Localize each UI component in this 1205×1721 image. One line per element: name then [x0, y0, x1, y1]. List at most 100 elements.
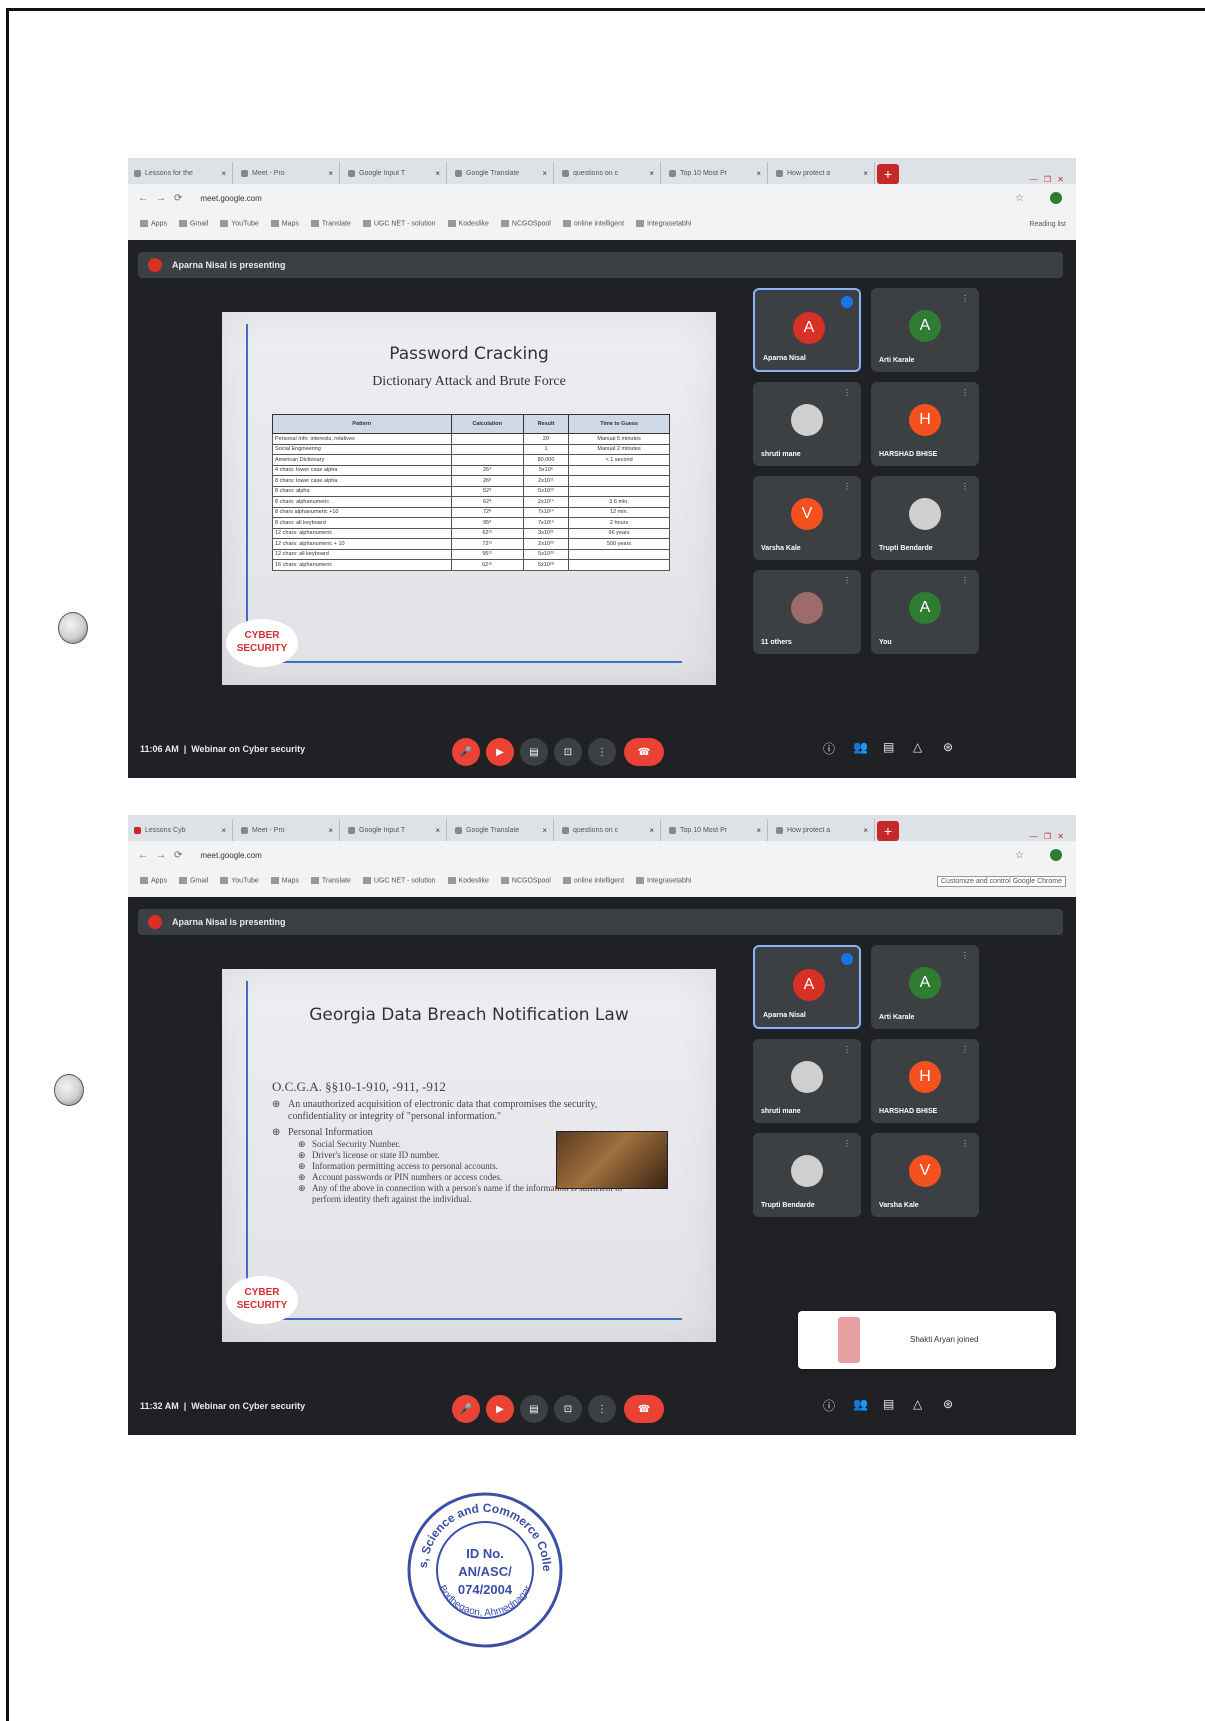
more-options-button[interactable]: ⋮ [588, 738, 616, 766]
activities-icon[interactable]: △ [913, 740, 922, 754]
new-tab-button[interactable]: + [877, 821, 899, 841]
browser-tab[interactable]: How protect a × [770, 162, 875, 184]
participant-tile[interactable]: shruti mane ⋮ [753, 382, 861, 466]
browser-tab[interactable]: How protect a × [770, 819, 875, 841]
profile-icon[interactable] [1050, 192, 1062, 204]
back-forward-reload-icons[interactable]: ←→⟳ [138, 850, 190, 861]
close-icon[interactable]: × [756, 169, 761, 178]
browser-tab[interactable]: Meet - Pro × [235, 162, 340, 184]
activities-icon[interactable]: △ [913, 1397, 922, 1411]
join-notification[interactable]: Shakti Aryan joined [798, 1311, 1056, 1369]
browser-tab[interactable]: Top 10 Most Pr × [663, 162, 768, 184]
window-controls[interactable]: — ❐ ✕ [1030, 832, 1076, 841]
leave-call-button[interactable]: ☎ [624, 738, 664, 766]
bookmark-item[interactable]: Integrasetabhi [636, 220, 691, 228]
chat-icon[interactable]: ▤ [883, 740, 894, 754]
bookmark-item[interactable]: online intelligent [562, 220, 624, 228]
close-icon[interactable]: × [221, 826, 226, 835]
camera-off-button[interactable]: ▶ [486, 738, 514, 766]
people-icon[interactable]: 👥 [853, 1397, 868, 1411]
bookmark-item[interactable]: Kodeslike [447, 877, 489, 885]
participant-tile[interactable]: A Arti Karale ⋮ [871, 945, 979, 1029]
browser-tab[interactable]: Top 10 Most Pr × [663, 819, 768, 841]
close-icon[interactable]: × [542, 826, 547, 835]
more-options-button[interactable]: ⋮ [588, 1395, 616, 1423]
participant-tile[interactable]: 11 others ⋮ [753, 570, 861, 654]
present-button[interactable]: ⊡ [554, 1395, 582, 1423]
url-field[interactable]: meet.google.com [200, 851, 261, 860]
bookmark-item[interactable]: Maps [270, 877, 299, 885]
bookmark-item[interactable]: Kodeslike [447, 220, 489, 228]
url-field[interactable]: meet.google.com [200, 194, 261, 203]
new-tab-button[interactable]: + [877, 164, 899, 184]
bookmark-item[interactable]: Translate [310, 220, 351, 228]
close-icon[interactable]: × [328, 169, 333, 178]
participant-tile[interactable]: A Aparna Nisal [753, 945, 861, 1029]
bookmark-item[interactable]: Gmail [178, 877, 208, 885]
bookmark-item[interactable]: NCGOSpool [500, 220, 551, 228]
reading-list[interactable]: Reading list [1029, 221, 1066, 228]
people-icon[interactable]: 👥 [853, 740, 868, 754]
back-forward-reload-icons[interactable]: ←→⟳ [138, 193, 190, 204]
bookmark-item[interactable]: UGC NET - solution [362, 220, 436, 228]
browser-tab[interactable]: Google Translate × [449, 162, 554, 184]
window-controls[interactable]: — ❐ ✕ [1030, 175, 1076, 184]
cyber-security-badge: CYBER SECURITY [226, 1276, 298, 1324]
close-icon[interactable]: × [221, 169, 226, 178]
bookmark-item[interactable]: NCGOSpool [500, 877, 551, 885]
participant-tile[interactable]: shruti mane ⋮ [753, 1039, 861, 1123]
close-icon[interactable]: × [649, 169, 654, 178]
present-button[interactable]: ⊡ [554, 738, 582, 766]
participant-tile[interactable]: Trupti Bendarde ⋮ [753, 1133, 861, 1217]
bookmark-item[interactable]: Integrasetabhi [636, 877, 691, 885]
participant-tile[interactable]: H HARSHAD BHISE ⋮ [871, 1039, 979, 1123]
extension-icons[interactable]: ☆ [1015, 850, 1034, 861]
host-controls-icon[interactable]: ⊛ [943, 740, 953, 754]
close-icon[interactable]: × [328, 826, 333, 835]
bookmark-item[interactable]: Maps [270, 220, 299, 228]
table-cell: 16 chars: alphanumeric [272, 559, 452, 571]
participant-tile[interactable]: A Aparna Nisal [753, 288, 861, 372]
browser-tab[interactable]: Google Input T × [342, 162, 447, 184]
bookmark-item[interactable]: online intelligent [562, 877, 624, 885]
browser-tab[interactable]: Google Translate × [449, 819, 554, 841]
captions-button[interactable]: ▤ [520, 738, 548, 766]
leave-call-button[interactable]: ☎ [624, 1395, 664, 1423]
bookmark-item[interactable]: YouTube [220, 220, 259, 228]
browser-tab[interactable]: Lessons Cyb × [128, 819, 233, 841]
close-icon[interactable]: × [649, 826, 654, 835]
participant-tile[interactable]: A Arti Karale ⋮ [871, 288, 979, 372]
participant-tile[interactable]: H HARSHAD BHISE ⋮ [871, 382, 979, 466]
info-icon[interactable]: ⓘ [823, 1397, 835, 1414]
profile-icon[interactable] [1050, 849, 1062, 861]
extension-icons[interactable]: ☆ [1015, 193, 1034, 204]
close-icon[interactable]: × [756, 826, 761, 835]
browser-tab[interactable]: questions on c × [556, 819, 661, 841]
browser-tab[interactable]: Lessons for the × [128, 162, 233, 184]
close-icon[interactable]: × [435, 169, 440, 178]
browser-tab[interactable]: Google Input T × [342, 819, 447, 841]
close-icon[interactable]: × [863, 826, 868, 835]
participant-tile[interactable]: Trupti Bendarde ⋮ [871, 476, 979, 560]
bookmark-item[interactable]: Translate [310, 877, 351, 885]
close-icon[interactable]: × [435, 826, 440, 835]
participant-tile[interactable]: V Varsha Kale ⋮ [871, 1133, 979, 1217]
browser-tab[interactable]: questions on c × [556, 162, 661, 184]
host-controls-icon[interactable]: ⊛ [943, 1397, 953, 1411]
participant-tile[interactable]: V Varsha Kale ⋮ [753, 476, 861, 560]
bookmark-item[interactable]: YouTube [220, 877, 259, 885]
camera-off-button[interactable]: ▶ [486, 1395, 514, 1423]
close-icon[interactable]: × [863, 169, 868, 178]
participant-tile[interactable]: A You ⋮ [871, 570, 979, 654]
close-icon[interactable]: × [542, 169, 547, 178]
bookmark-item[interactable]: UGC NET - solution [362, 877, 436, 885]
bookmark-item[interactable]: Gmail [178, 220, 208, 228]
mic-off-button[interactable]: 🎤 [452, 1395, 480, 1423]
mic-off-button[interactable]: 🎤 [452, 738, 480, 766]
chat-icon[interactable]: ▤ [883, 1397, 894, 1411]
browser-tab[interactable]: Meet - Pro × [235, 819, 340, 841]
bookmark-item[interactable]: Apps [140, 220, 167, 228]
info-icon[interactable]: ⓘ [823, 740, 835, 757]
bookmark-item[interactable]: Apps [140, 877, 167, 885]
captions-button[interactable]: ▤ [520, 1395, 548, 1423]
